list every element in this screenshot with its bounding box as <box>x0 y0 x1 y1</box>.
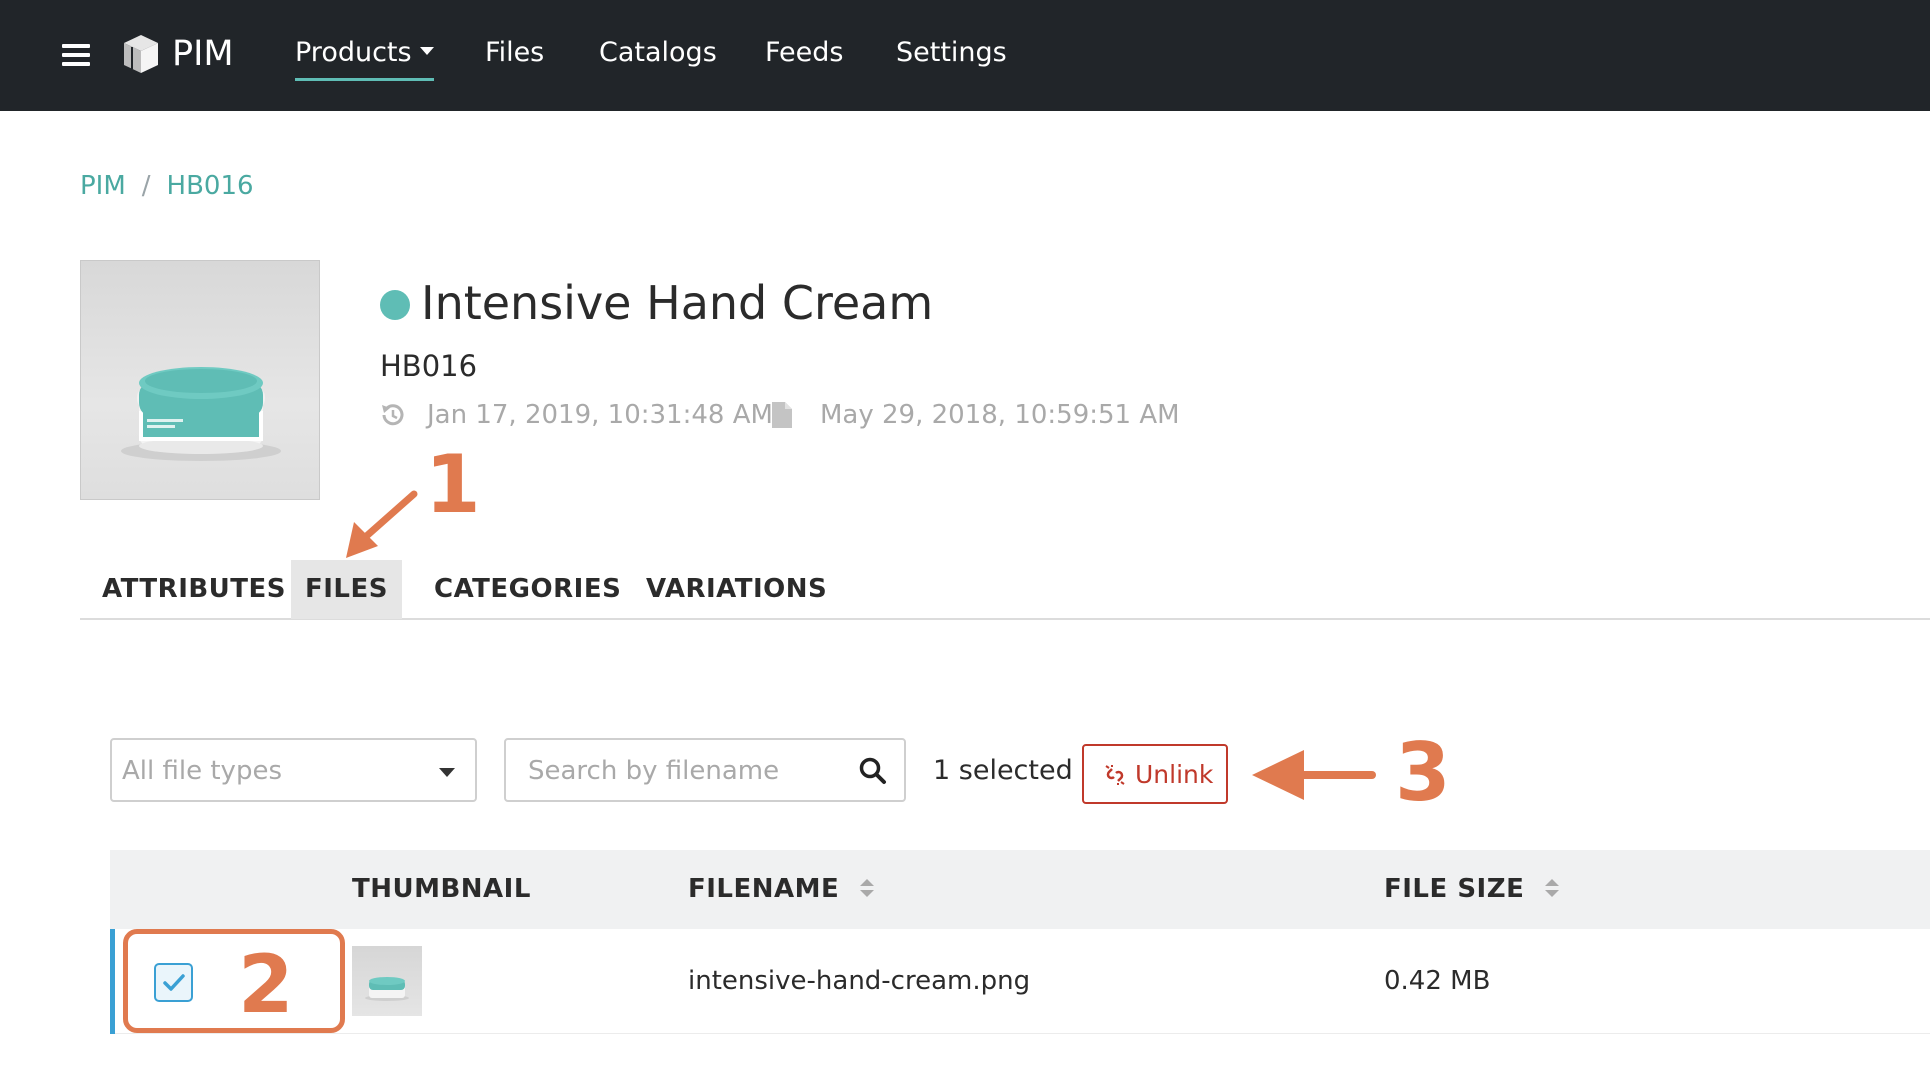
column-header-thumbnail-label: THUMBNAIL <box>352 874 531 904</box>
nav-products[interactable]: Products <box>295 34 434 81</box>
sort-icon[interactable] <box>1544 877 1560 899</box>
file-type-select[interactable]: All file types <box>110 738 477 802</box>
column-header-filename-label: FILENAME <box>688 874 840 904</box>
cube-logo-icon <box>124 35 158 73</box>
document-icon <box>772 402 792 428</box>
column-header-thumbnail: THUMBNAIL <box>352 871 531 907</box>
nav-settings[interactable]: Settings <box>896 34 1007 72</box>
annotation-step-2: 2 <box>238 938 294 1031</box>
created-timestamp: May 29, 2018, 10:59:51 AM <box>820 400 1180 430</box>
selected-count: 1 selected <box>933 755 1073 786</box>
product-title: Intensive Hand Cream <box>421 276 934 330</box>
nav-catalogs[interactable]: Catalogs <box>599 34 717 72</box>
unlink-button[interactable]: Unlink <box>1082 744 1228 804</box>
annotation-arrow-icon <box>1252 750 1376 800</box>
unlink-icon <box>1105 765 1125 785</box>
brand-name[interactable]: PIM <box>172 30 234 78</box>
column-header-filesize-label: FILE SIZE <box>1384 874 1525 904</box>
file-type-select-value: All file types <box>122 756 282 786</box>
product-sku: HB016 <box>380 349 478 383</box>
sort-icon[interactable] <box>859 877 875 899</box>
row-filename[interactable]: intensive-hand-cream.png <box>688 963 1030 999</box>
history-icon <box>382 404 404 426</box>
column-header-filename[interactable]: FILENAME <box>688 871 875 907</box>
hand-cream-jar-thumbnail <box>365 977 409 1001</box>
table-row[interactable]: intensive-hand-cream.png 0.42 MB <box>110 929 1930 1034</box>
nav-products-label: Products <box>295 37 412 68</box>
search-icon[interactable] <box>858 756 888 786</box>
tab-variations[interactable]: VARIATIONS <box>646 560 827 619</box>
hamburger-menu-icon[interactable] <box>62 44 90 66</box>
filename-search-input[interactable] <box>528 752 848 790</box>
nav-feeds[interactable]: Feeds <box>765 34 843 72</box>
row-thumbnail[interactable] <box>352 946 422 1016</box>
row-filesize: 0.42 MB <box>1384 966 1491 996</box>
annotation-step-3: 3 <box>1395 726 1451 819</box>
breadcrumb-separator: / <box>141 171 151 201</box>
top-navbar: PIM Products Files Catalogs Feeds Settin… <box>0 0 1930 111</box>
nav-files[interactable]: Files <box>485 34 544 72</box>
breadcrumb-root[interactable]: PIM <box>80 171 126 201</box>
chevron-down-icon <box>439 768 455 777</box>
tab-attributes[interactable]: ATTRIBUTES <box>102 560 286 619</box>
annotation-highlight-box <box>123 929 345 1033</box>
search-box <box>504 738 906 802</box>
tab-files[interactable]: FILES <box>291 560 402 619</box>
annotation-arrow-icon <box>346 490 418 558</box>
column-header-filesize[interactable]: FILE SIZE <box>1384 871 1560 907</box>
breadcrumb: PIM / HB016 <box>80 168 254 204</box>
unlink-button-label: Unlink <box>1135 760 1214 789</box>
status-indicator <box>380 290 410 320</box>
product-image[interactable] <box>80 260 320 500</box>
row-selected-indicator <box>110 929 115 1034</box>
updated-timestamp: Jan 17, 2019, 10:31:48 AM <box>427 400 773 430</box>
tab-categories[interactable]: CATEGORIES <box>434 560 621 619</box>
table-header: THUMBNAIL FILENAME FILE SIZE <box>110 850 1930 929</box>
annotation-step-1: 1 <box>425 438 481 531</box>
chevron-down-icon <box>419 46 434 55</box>
hand-cream-jar-illustration <box>121 367 281 461</box>
product-tabs: ATTRIBUTES FILES CATEGORIES VARIATIONS <box>80 560 1930 620</box>
breadcrumb-current[interactable]: HB016 <box>167 171 254 201</box>
